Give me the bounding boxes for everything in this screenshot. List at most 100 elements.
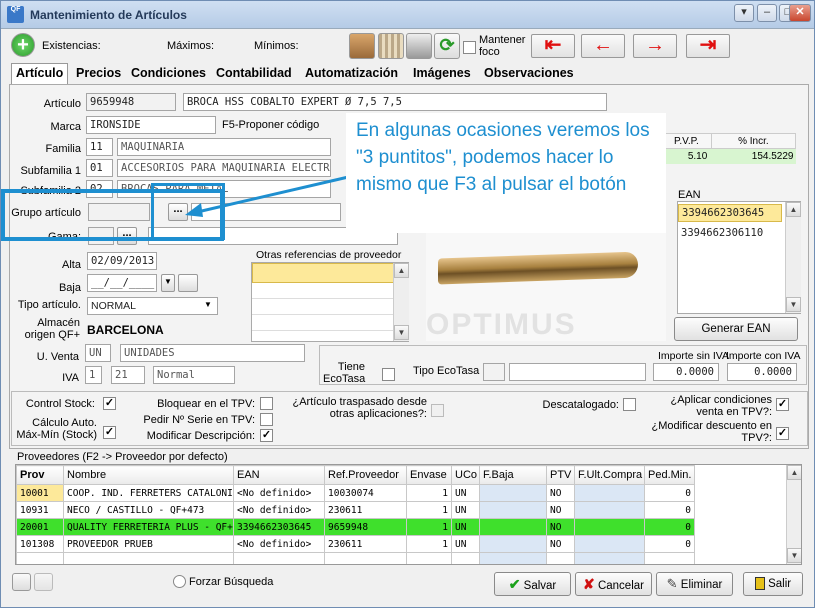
tiene-ecotasa-checkbox[interactable] [382,368,395,381]
scroll-up-icon[interactable]: ▲ [787,465,801,480]
generar-ean-button[interactable]: Generar EAN [674,317,798,341]
baja-clear-button[interactable] [178,274,198,292]
tab-condiciones[interactable]: Condiciones [127,64,210,84]
table-cell: UN [451,518,480,536]
modificar-dto-checkbox[interactable]: ✓ [776,427,789,440]
ean-item[interactable]: 3394662303645 [678,204,782,222]
column-header[interactable]: Ped.Min. [644,465,695,485]
table-cell: NO [546,535,575,553]
scroll-up-icon[interactable]: ▲ [786,202,801,217]
scroll-up-icon[interactable]: ▲ [394,263,409,278]
add-icon[interactable]: + [11,33,35,57]
calculo-checkbox[interactable]: ✓ [103,426,116,439]
salir-button[interactable]: Salir [743,572,803,596]
almacen-value: BARCELONA [87,323,164,337]
incr-value: 154.5229 [751,150,794,162]
ean-item[interactable]: 3394662306110 [678,225,782,243]
salvar-button[interactable]: ✔ Salvar [494,572,571,596]
baja-dropdown-icon[interactable]: ▼ [161,274,175,292]
table-row[interactable]: 101308 PROVEEDOR PRUEB <No definido> 230611… [16,535,695,553]
column-header[interactable]: Nombre [63,465,234,485]
ean-list[interactable]: 3394662303645 3394662306110 ▲ ▼ [677,201,801,314]
tab-articulo[interactable]: Artículo [11,63,69,85]
articulo-desc-field[interactable]: BROCA HSS COBALTO EXPERT Ø 7,5 7,5 [183,93,607,111]
modificar-desc-checkbox[interactable]: ✓ [260,429,273,442]
first-record-button[interactable]: ⇤ [531,34,575,58]
table-cell [479,501,547,519]
ean-scrollbar[interactable]: ▲ ▼ [785,202,801,313]
boxes-icon[interactable] [349,33,375,59]
tipo-ecotasa-code[interactable] [483,363,505,381]
alta-date-field[interactable]: 02/09/2013 [87,252,157,270]
tab-automatizacion[interactable]: Automatización [301,64,402,84]
sin-iva-label: Importe sin IVA [658,350,729,362]
pedir-serie-checkbox[interactable] [260,413,273,426]
subfamilia1-code-field[interactable]: 01 [86,159,113,177]
column-header[interactable]: F.Ult.Compra [574,465,645,485]
annotation-arrow-icon [185,173,358,217]
aplicar-cond-label: ¿Aplicar condiciones venta en TPV?: [670,394,773,418]
column-header[interactable]: PTV [546,465,575,485]
last-record-button[interactable]: ⇥ [686,34,730,58]
tab-observaciones[interactable]: Observaciones [480,64,578,84]
marca-field[interactable]: IRONSIDE [86,116,216,134]
column-header[interactable]: Envase [406,465,452,485]
control-stock-checkbox[interactable]: ✓ [103,397,116,410]
control-stock-label: Control Stock: [25,398,95,410]
otras-ref-list[interactable]: ▲ ▼ [251,262,409,342]
familia-code-field[interactable]: 11 [86,138,113,156]
scroll-down-icon[interactable]: ▼ [394,325,409,340]
mantener-foco-checkbox[interactable] [463,41,476,54]
minimize-button[interactable]: – [757,4,777,22]
close-button[interactable]: ✕ [789,4,811,22]
paste-icon[interactable] [34,573,53,591]
next-record-button[interactable]: → [633,34,677,58]
forzar-busqueda-radio[interactable] [173,575,186,588]
familia-label: Familia [45,143,81,155]
copy-icon[interactable] [12,573,31,591]
proveedores-grid[interactable]: Prov Nombre EAN Ref.Proveedor Envase UCo F.Baj… [15,464,802,565]
tab-imagenes[interactable]: Imágenes [409,64,475,84]
iva-code-field[interactable]: 1 [85,366,102,384]
column-header[interactable]: Prov [16,465,64,485]
table-row[interactable]: 10931 NECO / CASTILLO - QF+473 <No definid… [16,501,695,519]
tipo-select[interactable]: NORMAL [87,297,218,315]
barcode-icon[interactable] [378,33,404,59]
table-cell: 1 [406,501,452,519]
eliminar-button[interactable]: ✎ Eliminar [656,572,733,596]
printer-icon[interactable] [406,33,432,59]
table-row[interactable]: 10001 COOP. IND. FERRETERS CATALONIA <No d… [16,484,695,502]
sin-iva-field[interactable]: 0.0000 [653,363,719,381]
table-row[interactable]: 20001 QUALITY FERRETERIA PLUS - QF+ 339466… [16,518,695,536]
otras-ref-scrollbar[interactable]: ▲ ▼ [393,263,409,341]
otras-ref-row[interactable] [252,263,394,283]
column-header[interactable]: F.Baja [479,465,547,485]
window-extra-button[interactable]: ▾ [734,4,754,22]
prev-record-button[interactable]: ← [581,34,625,58]
baja-date-field[interactable]: __/__/____ [87,274,157,292]
table-cell [574,501,645,519]
column-header[interactable]: EAN [233,465,325,485]
almacen-label: Almacén origen QF+ [24,317,80,341]
table-cell: PROVEEDOR PRUEB [63,535,234,553]
tab-precios[interactable]: Precios [72,64,125,84]
refresh-icon[interactable]: ⟳ [434,33,460,59]
uventa-code-field[interactable]: UN [85,344,111,362]
scroll-down-icon[interactable]: ▼ [787,548,801,563]
con-iva-field[interactable]: 0.0000 [727,363,797,381]
proveedores-scrollbar[interactable]: ▲ ▼ [786,465,801,564]
proveedores-table: Prov Nombre EAN Ref.Proveedor Envase UCo F.Baj… [16,465,695,564]
marca-hint: F5-Proponer código [222,119,320,131]
scroll-down-icon[interactable]: ▼ [786,297,801,312]
column-header[interactable]: UCo [451,465,480,485]
tab-contabilidad[interactable]: Contabilidad [212,64,296,84]
bloquear-checkbox[interactable] [260,397,273,410]
aplicar-cond-checkbox[interactable]: ✓ [776,398,789,411]
column-header[interactable]: Ref.Proveedor [324,465,407,485]
cancelar-button[interactable]: ✘ Cancelar [575,572,652,596]
main-window: QF Mantenimiento de Artículos ▾ – □ ✕ + … [0,0,815,608]
descatalogado-checkbox[interactable] [623,398,636,411]
articulo-code-field[interactable]: 9659948 [86,93,176,111]
ean-label: EAN [678,189,701,201]
drill-bit-image [438,251,638,285]
